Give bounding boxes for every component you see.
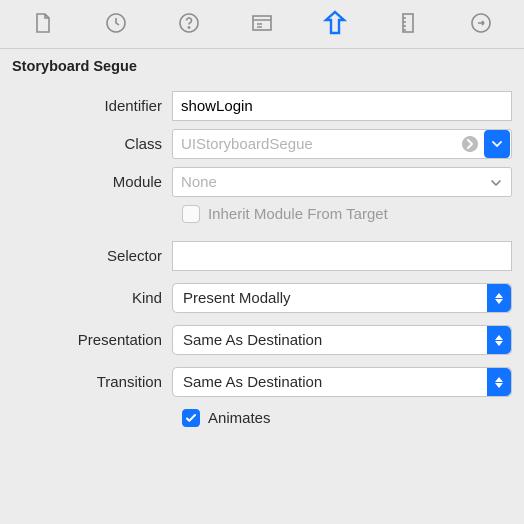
navigate-icon[interactable] [460, 134, 480, 154]
module-combobox[interactable]: None [172, 167, 512, 197]
module-placeholder: None [181, 174, 217, 191]
section-title: Storyboard Segue [0, 49, 524, 83]
help-inspector-icon[interactable] [166, 8, 212, 38]
class-placeholder: UIStoryboardSegue [181, 136, 313, 153]
transition-label: Transition [12, 374, 162, 391]
transition-value: Same As Destination [183, 374, 322, 391]
chevron-down-icon [487, 174, 505, 191]
inherit-module-checkbox[interactable] [182, 205, 200, 223]
segue-form: Identifier Class UIStoryboardSegue [0, 91, 524, 439]
identity-inspector-icon[interactable] [239, 8, 285, 38]
stepper-icon [487, 284, 511, 312]
selector-input[interactable] [172, 241, 512, 271]
class-label: Class [12, 136, 162, 153]
inherit-module-label: Inherit Module From Target [208, 206, 388, 223]
class-dropdown-icon[interactable] [484, 130, 510, 158]
connections-inspector-icon[interactable] [458, 8, 504, 38]
identifier-label: Identifier [12, 98, 162, 115]
size-inspector-icon[interactable] [385, 8, 431, 38]
attributes-inspector-icon[interactable] [312, 8, 358, 38]
history-inspector-icon[interactable] [93, 8, 139, 38]
transition-select[interactable]: Same As Destination [172, 367, 512, 397]
kind-label: Kind [12, 290, 162, 307]
animates-checkbox[interactable] [182, 409, 200, 427]
presentation-label: Presentation [12, 332, 162, 349]
file-inspector-icon[interactable] [20, 8, 66, 38]
inspector-toolbar [0, 0, 524, 48]
stepper-icon [487, 368, 511, 396]
kind-value: Present Modally [183, 290, 291, 307]
presentation-select[interactable]: Same As Destination [172, 325, 512, 355]
identifier-input[interactable] [172, 91, 512, 121]
class-combobox[interactable]: UIStoryboardSegue [172, 129, 512, 159]
selector-label: Selector [12, 248, 162, 265]
module-label: Module [12, 174, 162, 191]
stepper-icon [487, 326, 511, 354]
animates-label: Animates [208, 410, 271, 427]
kind-select[interactable]: Present Modally [172, 283, 512, 313]
presentation-value: Same As Destination [183, 332, 322, 349]
